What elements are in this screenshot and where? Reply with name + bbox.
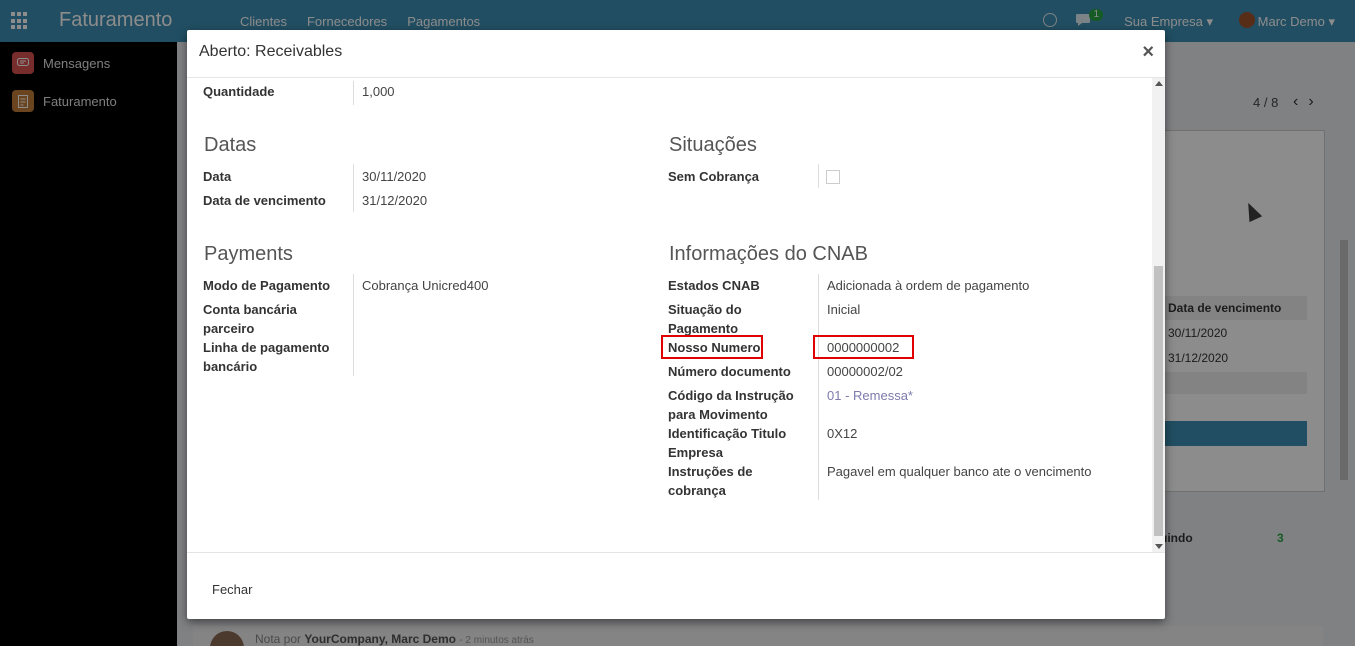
scroll-down-arrow-icon[interactable]	[1155, 544, 1163, 549]
field-divider	[818, 164, 819, 188]
field-value-estados-cnab[interactable]: Adicionada à ordem de pagamento	[827, 276, 1029, 295]
field-label-numero-documento: Número documento	[668, 364, 791, 379]
field-label-modo-pagamento: Modo de Pagamento	[203, 278, 331, 293]
field-value-modo-pagamento[interactable]: Cobrança Unicred400	[362, 276, 488, 295]
dialog-header: Aberto: Receivables ×	[187, 30, 1165, 78]
field-value-instrucoes-cobranca[interactable]: Pagavel em qualquer banco ate o vencimen…	[827, 462, 1092, 481]
field-label-data: Data	[203, 169, 232, 184]
highlight-box-nosso-numero-value	[813, 335, 914, 359]
dialog-scrollbar[interactable]	[1152, 78, 1165, 552]
field-label-instrucoes-cobranca: Instruções de cobrança	[668, 464, 753, 498]
highlight-box-nosso-numero-label	[661, 335, 763, 359]
field-divider	[353, 81, 354, 105]
field-value-identificacao-titulo[interactable]: 0X12	[827, 424, 857, 443]
dialog-title: Aberto: Receivables	[199, 43, 343, 60]
sem-cobranca-checkbox[interactable]	[826, 170, 840, 184]
field-label-estados-cnab: Estados CNAB	[668, 278, 760, 293]
field-label-codigo-instrucao: Código da Instrução para Movimento	[668, 388, 794, 422]
dialog-body: Quantidade 1,000 Datas Data 30/11/2020 D…	[187, 78, 1165, 552]
field-label-conta-bancaria: Conta bancária parceiro	[203, 302, 297, 336]
section-title-payments: Payments	[204, 243, 293, 265]
fechar-button[interactable]: Fechar	[202, 576, 262, 603]
field-label-linha-pagamento: Linha de pagamento bancário	[203, 340, 330, 374]
field-label-sem-cobranca: Sem Cobrança	[668, 169, 760, 184]
field-label-situacao-pagamento: Situação do Pagamento	[668, 302, 742, 336]
field-label-data-vencimento: Data de vencimento	[203, 193, 326, 208]
field-value-numero-documento[interactable]: 00000002/02	[827, 362, 903, 381]
field-value-codigo-instrucao[interactable]: 01 - Remessa*	[827, 386, 913, 405]
section-title-cnab: Informações do CNAB	[669, 243, 868, 265]
field-divider	[818, 274, 819, 500]
section-title-situacoes: Situações	[669, 134, 757, 156]
field-divider	[353, 164, 354, 212]
scroll-up-arrow-icon[interactable]	[1155, 81, 1163, 86]
field-value-data-vencimento[interactable]: 31/12/2020	[362, 191, 427, 210]
scroll-thumb[interactable]	[1154, 266, 1163, 536]
field-divider	[353, 274, 354, 376]
close-icon[interactable]: ×	[1142, 41, 1154, 64]
field-value-quantidade[interactable]: 1,000	[362, 82, 395, 101]
dialog-footer: Fechar	[187, 552, 1165, 619]
field-value-situacao-pagamento[interactable]: Inicial	[827, 300, 860, 319]
record-dialog: Aberto: Receivables × Quantidade 1,000 D…	[187, 30, 1165, 619]
field-value-data[interactable]: 30/11/2020	[362, 167, 426, 186]
field-label-identificacao-titulo: Identificação Titulo Empresa	[668, 426, 787, 460]
field-label-quantidade: Quantidade	[203, 84, 275, 99]
section-title-datas: Datas	[204, 134, 257, 156]
